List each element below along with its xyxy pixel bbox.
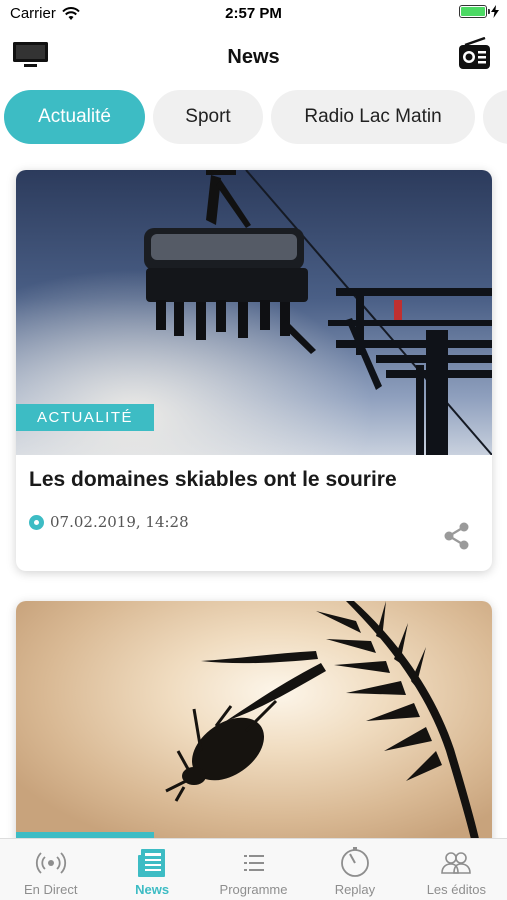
category-badge: ACTUALITÉ xyxy=(16,404,154,431)
tab-label: En Direct xyxy=(23,882,78,897)
tab-label: News xyxy=(135,882,170,897)
status-right xyxy=(459,5,499,18)
article-card[interactable] xyxy=(16,601,492,861)
category-tabs: Actualité Sport Radio Lac Matin xyxy=(4,90,507,146)
tab-label: Les éditos xyxy=(426,882,486,897)
article-image-insect[interactable] xyxy=(16,601,492,861)
tab-replay[interactable]: Replay xyxy=(304,839,405,900)
nav-bar: News xyxy=(0,30,507,86)
radio-icon[interactable] xyxy=(457,36,493,71)
article-card[interactable]: ACTUALITÉ Les domaines skiables ont le s… xyxy=(16,170,492,571)
replay-icon xyxy=(341,847,369,877)
tab-label: Replay xyxy=(334,882,376,897)
share-icon[interactable] xyxy=(444,522,470,550)
article-title[interactable]: Les domaines skiables ont le sourire xyxy=(29,468,397,492)
tab-label: Programme xyxy=(219,882,288,897)
page-title: News xyxy=(227,46,280,68)
tab-en-direct[interactable]: En Direct xyxy=(0,839,101,900)
status-time: 2:57 PM xyxy=(225,5,282,22)
article-image-chairlift[interactable]: ACTUALITÉ xyxy=(16,170,492,455)
charging-icon xyxy=(491,5,499,18)
article-meta: 07.02.2019, 14:28 xyxy=(29,513,189,531)
tab-les-editos[interactable]: Les éditos xyxy=(406,839,507,900)
people-icon xyxy=(441,852,472,874)
tab-actualite[interactable]: Actualité xyxy=(4,90,145,144)
tab-more[interactable] xyxy=(483,90,507,144)
tab-news[interactable]: News xyxy=(101,839,202,900)
status-bar: Carrier 2:57 PM xyxy=(0,0,507,28)
tab-sport[interactable]: Sport xyxy=(153,90,263,144)
newspaper-icon xyxy=(138,849,166,877)
broadcast-icon xyxy=(35,852,66,874)
tab-programme[interactable]: Programme xyxy=(203,839,304,900)
article-date: 07.02.2019, 14:28 xyxy=(50,513,189,531)
battery-fill xyxy=(461,7,485,16)
battery-icon xyxy=(459,5,490,18)
list-icon xyxy=(243,855,264,871)
clock-dot-icon xyxy=(29,514,44,530)
tab-radio-lac-matin[interactable]: Radio Lac Matin xyxy=(271,90,475,144)
tab-bar: En Direct News Programme Replay Les édit… xyxy=(0,838,507,900)
